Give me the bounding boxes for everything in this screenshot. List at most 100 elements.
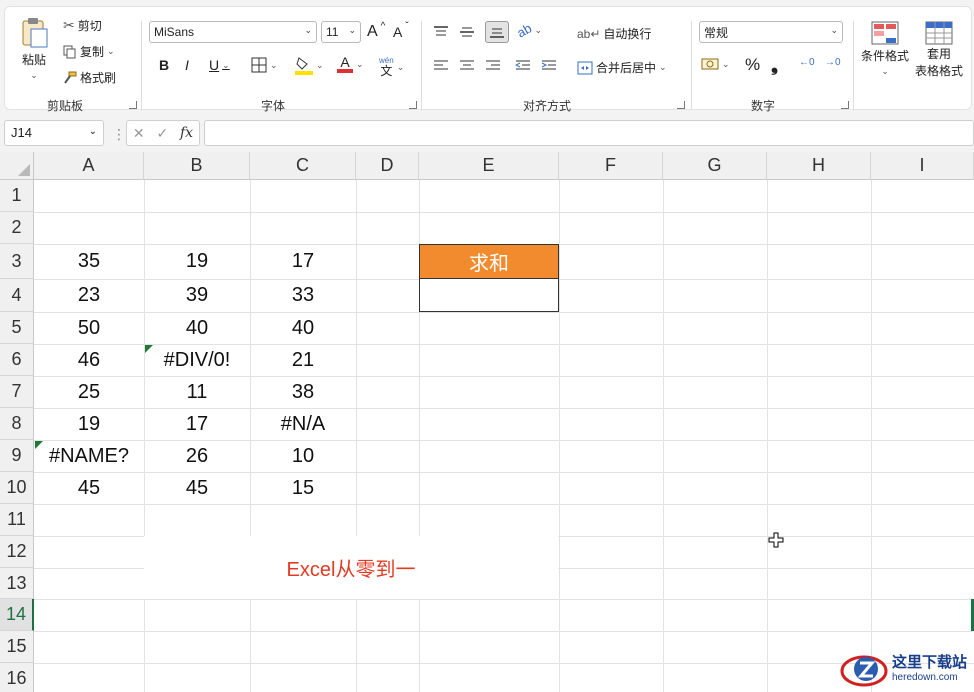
caption-cell[interactable]: Excel从零到一 bbox=[144, 536, 558, 599]
error-indicator-icon[interactable] bbox=[145, 345, 153, 353]
row-header-12[interactable]: 12 bbox=[0, 536, 34, 568]
clipboard-launcher-icon[interactable] bbox=[129, 101, 137, 109]
column-header-a[interactable]: A bbox=[34, 152, 144, 180]
format-painter-button[interactable]: 格式刷 bbox=[63, 69, 116, 86]
row-header-15[interactable]: 15 bbox=[0, 631, 34, 663]
insert-function-icon[interactable]: fx bbox=[180, 125, 193, 141]
cell-a6[interactable]: 46 bbox=[34, 344, 144, 376]
wrap-text-button[interactable]: ab↵ 自动换行 bbox=[577, 25, 651, 42]
align-top-button[interactable] bbox=[433, 25, 449, 39]
accounting-format-button[interactable]: ⌄ bbox=[701, 57, 730, 71]
align-center-button[interactable] bbox=[459, 59, 475, 73]
comma-style-button[interactable]: ❟ bbox=[771, 55, 778, 76]
sum-header-cell[interactable]: 求和 bbox=[419, 244, 559, 279]
row-header-14[interactable]: 14 bbox=[0, 599, 34, 631]
more-options-icon[interactable]: ⋮ bbox=[112, 126, 126, 143]
align-bottom-button[interactable] bbox=[485, 21, 509, 43]
cell-c6[interactable]: 21 bbox=[250, 344, 356, 376]
row-header-6[interactable]: 6 bbox=[0, 344, 34, 376]
cell-a4[interactable]: 23 bbox=[34, 279, 144, 312]
phonetic-button[interactable]: wén 文 ⌄ bbox=[379, 57, 404, 78]
cell-c5[interactable]: 40 bbox=[250, 312, 356, 344]
format-as-table-button[interactable]: 套用 表格格式 bbox=[915, 21, 963, 79]
cell-a10[interactable]: 45 bbox=[34, 472, 144, 504]
borders-button[interactable]: ⌄ bbox=[251, 57, 278, 73]
row-header-1[interactable]: 1 bbox=[0, 180, 34, 212]
error-indicator-icon[interactable] bbox=[35, 441, 43, 449]
font-size-combo[interactable]: 11 ⌄ bbox=[321, 21, 361, 43]
row-header-16[interactable]: 16 bbox=[0, 663, 34, 692]
cell-c7[interactable]: 38 bbox=[250, 376, 356, 408]
formula-input[interactable] bbox=[204, 120, 974, 146]
cut-button[interactable]: ✂ 剪切 bbox=[63, 17, 102, 34]
cell-c10[interactable]: 15 bbox=[250, 472, 356, 504]
cell-b6[interactable]: #DIV/0! bbox=[144, 344, 250, 376]
column-header-h[interactable]: H bbox=[767, 152, 871, 180]
percent-button[interactable]: % bbox=[745, 55, 760, 75]
row-header-3[interactable]: 3 bbox=[0, 244, 34, 279]
column-header-c[interactable]: C bbox=[250, 152, 356, 180]
underline-button[interactable]: U ⌄ bbox=[209, 57, 230, 73]
cell-b7[interactable]: 11 bbox=[144, 376, 250, 408]
row-header-5[interactable]: 5 bbox=[0, 312, 34, 344]
column-header-i[interactable]: I bbox=[871, 152, 974, 180]
row-header-4[interactable]: 4 bbox=[0, 279, 34, 312]
select-all-corner[interactable] bbox=[0, 152, 34, 180]
column-header-f[interactable]: F bbox=[559, 152, 663, 180]
number-launcher-icon[interactable] bbox=[841, 101, 849, 109]
enter-icon[interactable]: ✓ bbox=[156, 125, 168, 142]
cell-b4[interactable]: 39 bbox=[144, 279, 250, 312]
cell-b3[interactable]: 19 bbox=[144, 244, 250, 279]
bold-button[interactable]: B bbox=[159, 57, 169, 73]
increase-decimal-button[interactable]: ←0 bbox=[799, 57, 815, 68]
cell-c3[interactable]: 17 bbox=[250, 244, 356, 279]
row-header-10[interactable]: 10 bbox=[0, 472, 34, 504]
column-header-d[interactable]: D bbox=[356, 152, 419, 180]
font-name-combo[interactable]: MiSans ⌄ bbox=[149, 21, 317, 43]
row-header-11[interactable]: 11 bbox=[0, 504, 34, 536]
spreadsheet-grid[interactable]: ABCDEFGHI 1 2 3 4 5 6 7 8 9 10 11 12 13 14 15 16 35 19 17… bbox=[0, 152, 974, 692]
cell-a3[interactable]: 35 bbox=[34, 244, 144, 279]
row-header-2[interactable]: 2 bbox=[0, 212, 34, 244]
row-header-8[interactable]: 8 bbox=[0, 408, 34, 440]
conditional-format-button[interactable]: 条件格式 ⌄ bbox=[861, 21, 909, 77]
number-format-combo[interactable]: 常规 ⌄ bbox=[699, 21, 843, 43]
align-left-button[interactable] bbox=[433, 59, 449, 73]
decrease-indent-button[interactable] bbox=[515, 59, 531, 73]
grow-font-button[interactable]: A ^ bbox=[367, 21, 385, 41]
cell-c9[interactable]: 10 bbox=[250, 440, 356, 472]
font-color-button[interactable]: A ⌄ bbox=[337, 55, 364, 73]
decrease-decimal-button[interactable]: →0 bbox=[825, 57, 841, 68]
cell-a5[interactable]: 50 bbox=[34, 312, 144, 344]
paste-button[interactable]: 粘贴 ⌄ bbox=[19, 17, 49, 81]
shrink-font-button[interactable]: Aˇ bbox=[393, 21, 409, 41]
cell-a8[interactable]: 19 bbox=[34, 408, 144, 440]
increase-indent-button[interactable] bbox=[541, 59, 557, 73]
column-header-e[interactable]: E bbox=[419, 152, 559, 180]
column-header-g[interactable]: G bbox=[663, 152, 767, 180]
row-header-13[interactable]: 13 bbox=[0, 568, 34, 599]
cell-b8[interactable]: 17 bbox=[144, 408, 250, 440]
align-middle-button[interactable] bbox=[459, 25, 475, 39]
name-box[interactable]: J14 ⌄ bbox=[4, 120, 104, 146]
cell-b9[interactable]: 26 bbox=[144, 440, 250, 472]
font-launcher-icon[interactable] bbox=[409, 101, 417, 109]
cell-c8[interactable]: #N/A bbox=[250, 408, 356, 440]
fill-color-button[interactable]: ⌄ bbox=[295, 55, 324, 75]
copy-button[interactable]: 复制 ⌄ bbox=[63, 43, 115, 60]
row-header-7[interactable]: 7 bbox=[0, 376, 34, 408]
cell-a9[interactable]: #NAME? bbox=[34, 440, 144, 472]
column-header-b[interactable]: B bbox=[144, 152, 250, 180]
alignment-launcher-icon[interactable] bbox=[677, 101, 685, 109]
sum-value-cell[interactable] bbox=[419, 278, 559, 312]
italic-button[interactable]: I bbox=[185, 57, 189, 73]
cell-b10[interactable]: 45 bbox=[144, 472, 250, 504]
cell-a7[interactable]: 25 bbox=[34, 376, 144, 408]
align-right-button[interactable] bbox=[485, 59, 501, 73]
cell-b5[interactable]: 40 bbox=[144, 312, 250, 344]
merge-center-button[interactable]: 合并后居中 ⌄ bbox=[577, 59, 667, 76]
cancel-icon[interactable]: ✕ bbox=[133, 125, 145, 142]
cell-c4[interactable]: 33 bbox=[250, 279, 356, 312]
row-header-9[interactable]: 9 bbox=[0, 440, 34, 472]
orientation-button[interactable]: ab ⌄ bbox=[514, 20, 542, 40]
